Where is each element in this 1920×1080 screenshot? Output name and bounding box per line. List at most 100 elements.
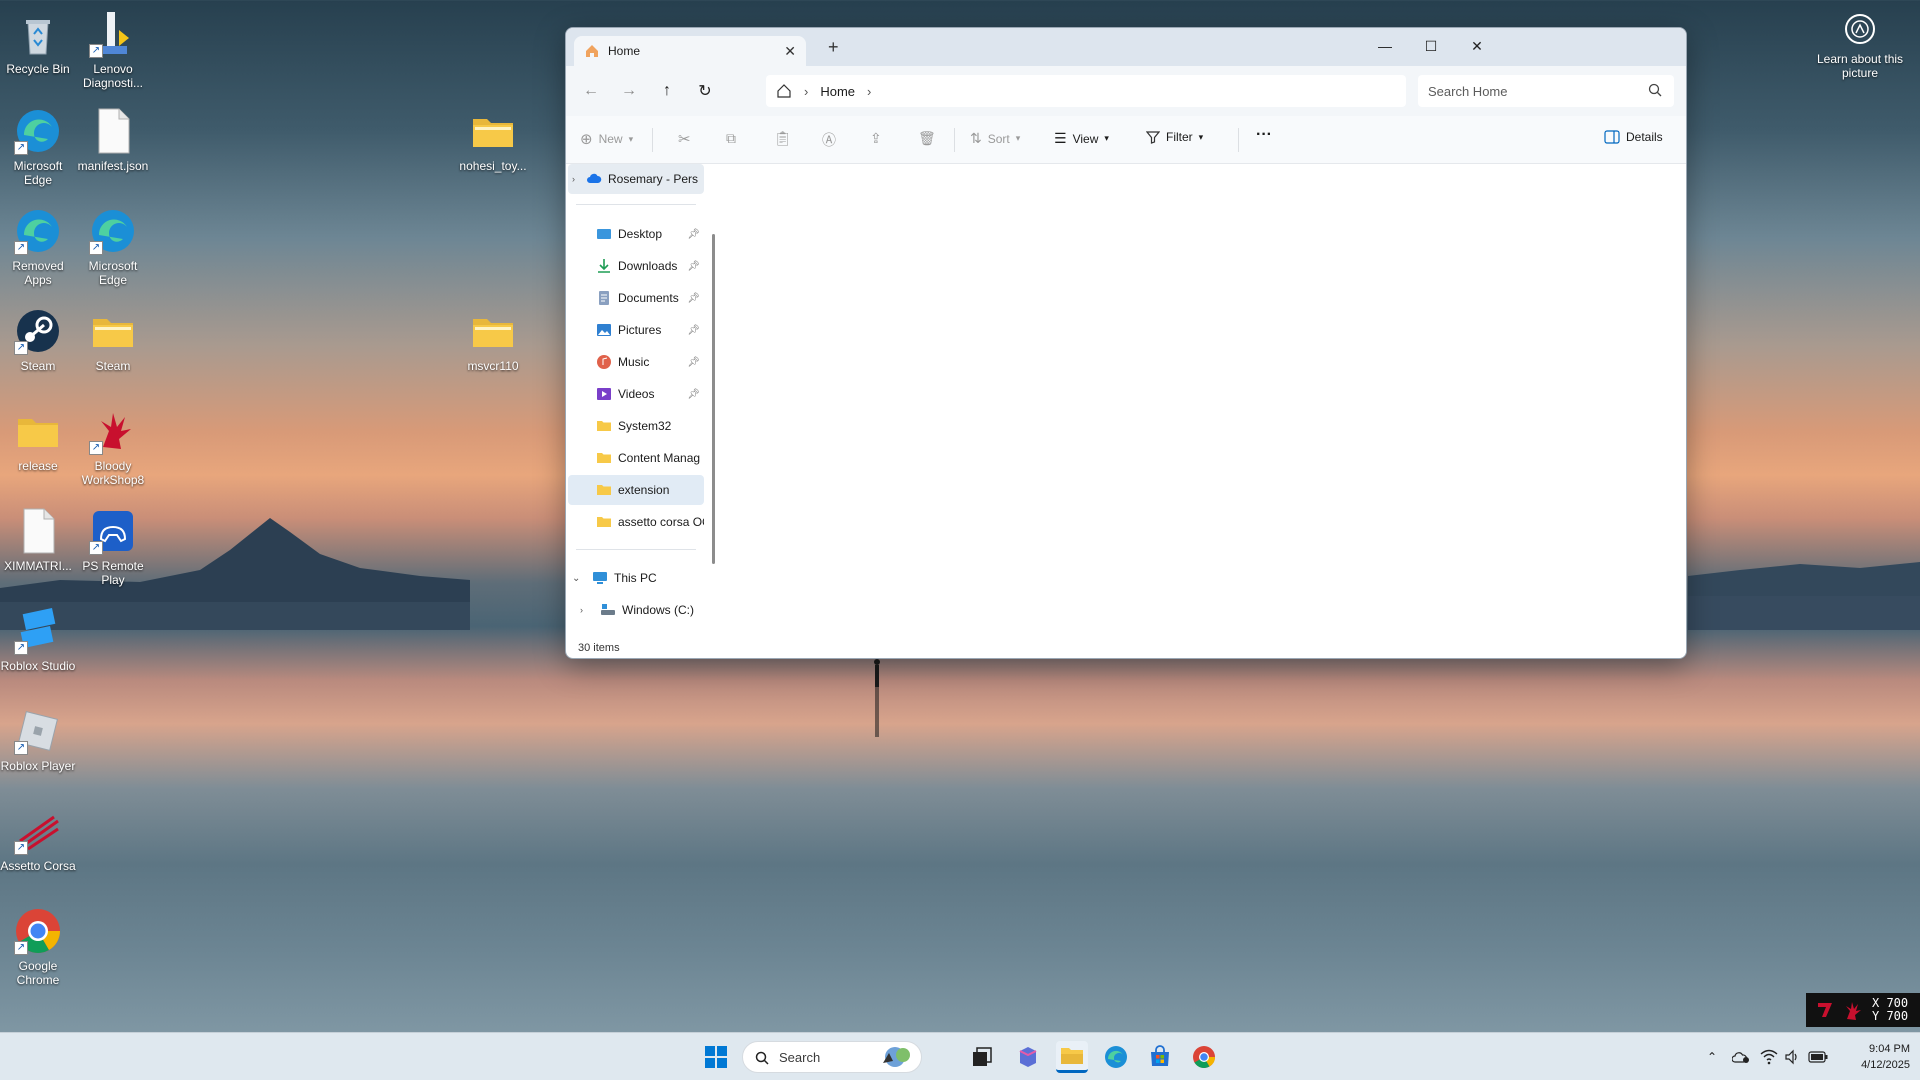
- nav-videos[interactable]: Videos 📌︎: [568, 379, 704, 409]
- clipboard-icon: 📋︎: [774, 130, 792, 146]
- pin-icon[interactable]: 📌︎: [687, 293, 700, 304]
- desktop-icon-assetto-corsa[interactable]: ↗ Assetto Corsa: [0, 807, 76, 873]
- pin-icon[interactable]: 📌︎: [687, 261, 700, 272]
- desktop-icon-removed-apps[interactable]: ↗ Removed Apps: [0, 207, 76, 287]
- desktop-icon-msvcr110-folder[interactable]: msvcr110: [455, 307, 531, 373]
- filter-icon: [1146, 131, 1160, 144]
- nav-documents[interactable]: Documents 📌︎: [568, 283, 704, 313]
- desktop-icon-steam-folder[interactable]: Steam: [75, 307, 151, 373]
- battery-icon[interactable]: [1808, 1050, 1828, 1064]
- file-list-pane[interactable]: [721, 164, 1686, 658]
- task-view-button[interactable]: [966, 1041, 998, 1073]
- nav-system32[interactable]: System32: [568, 411, 704, 441]
- breadcrumb[interactable]: › Home ›: [766, 75, 1406, 107]
- taskbar-search[interactable]: Search: [742, 1041, 922, 1073]
- pin-icon[interactable]: 📌︎: [687, 325, 700, 336]
- person-silhouette: [874, 659, 880, 737]
- desktop-icon-lenovo-diagnostics[interactable]: ↗ Lenovo Diagnosti...: [75, 10, 151, 90]
- maximize-button[interactable]: ☐: [1408, 28, 1454, 64]
- desktop-icon-steam-shortcut[interactable]: ↗ Steam: [0, 307, 76, 373]
- edge-taskbar-button[interactable]: [1100, 1041, 1132, 1073]
- cut-button[interactable]: ✂: [678, 130, 691, 148]
- microsoft-365-button[interactable]: [1012, 1041, 1044, 1073]
- chevron-right-icon[interactable]: ›: [572, 174, 586, 184]
- nav-content-manager[interactable]: Content Manag: [568, 443, 704, 473]
- chrome-taskbar-button[interactable]: [1188, 1041, 1220, 1073]
- nav-pictures[interactable]: Pictures 📌︎: [568, 315, 704, 345]
- desktop-icon-release-folder[interactable]: release: [0, 407, 76, 473]
- file-explorer-taskbar-button[interactable]: [1056, 1041, 1088, 1073]
- minimize-button[interactable]: —: [1362, 28, 1408, 64]
- desktop-icon-ps-remote-play[interactable]: ↗ PS Remote Play: [75, 507, 151, 587]
- desktop-icon-manifest-json[interactable]: manifest.json: [75, 107, 151, 173]
- copy-button[interactable]: ⧉: [726, 130, 736, 147]
- chevron-down-icon[interactable]: ⌄: [572, 573, 586, 584]
- nav-desktop[interactable]: Desktop 📌︎: [568, 219, 704, 249]
- nav-extension[interactable]: extension: [568, 475, 704, 505]
- search-input[interactable]: Search Home: [1418, 75, 1674, 107]
- close-tab-icon[interactable]: ✕: [784, 43, 796, 60]
- view-button[interactable]: ☰ View ▾: [1054, 130, 1109, 147]
- microsoft-store-button[interactable]: [1144, 1041, 1176, 1073]
- details-pane-button[interactable]: Details: [1604, 130, 1663, 144]
- more-options-button[interactable]: ···: [1256, 126, 1272, 144]
- folder-icon: [93, 319, 133, 347]
- tab-home[interactable]: Home ✕: [574, 36, 806, 66]
- refresh-icon[interactable]: ↻: [694, 80, 716, 102]
- desktop-icon-ximmatri[interactable]: XIMMATRI...: [0, 507, 76, 573]
- desktop-icon-roblox-studio[interactable]: ↗ Roblox Studio: [0, 607, 76, 673]
- search-highlight-icon: [883, 1047, 910, 1067]
- folder-icon: [473, 319, 513, 347]
- videos-icon: [597, 388, 611, 400]
- onedrive-icon[interactable]: [1732, 1049, 1750, 1065]
- share-button[interactable]: ⇪: [870, 130, 882, 147]
- new-button[interactable]: ⊕ New ▾: [580, 130, 633, 148]
- nav-item-label: Desktop: [618, 227, 663, 241]
- desktop-folder-icon: [597, 229, 611, 239]
- chevron-right-icon[interactable]: ›: [867, 84, 871, 99]
- up-arrow-icon[interactable]: ↑: [656, 80, 678, 102]
- pin-icon[interactable]: 📌︎: [687, 229, 700, 240]
- drive-icon: [601, 604, 615, 615]
- nav-this-pc[interactable]: ⌄ This PC: [568, 563, 704, 593]
- clock-time: 9:04 PM: [1869, 1043, 1910, 1055]
- learn-about-picture[interactable]: Learn about this picture: [1810, 14, 1910, 80]
- filter-button[interactable]: Filter ▾: [1146, 130, 1203, 144]
- desktop-icon-label: manifest.json: [77, 159, 149, 173]
- desktop-icon-label: Steam: [20, 359, 56, 373]
- nav-scrollbar[interactable]: [712, 234, 715, 564]
- new-tab-button[interactable]: +: [828, 37, 839, 58]
- desktop-icon-bloody-workshop[interactable]: ↗ Bloody WorkShop8: [75, 407, 151, 487]
- nav-assetto-corsa[interactable]: assetto corsa OC: [568, 507, 704, 537]
- nav-downloads[interactable]: Downloads 📌︎: [568, 251, 704, 281]
- desktop-icon-edge-2[interactable]: ↗ Microsoft Edge: [75, 207, 151, 287]
- back-arrow-icon[interactable]: ←: [580, 80, 602, 102]
- pin-icon[interactable]: 📌︎: [687, 389, 700, 400]
- pin-icon[interactable]: 📌︎: [687, 357, 700, 368]
- close-window-button[interactable]: ✕: [1454, 28, 1500, 64]
- cloud-icon: [587, 173, 602, 183]
- nav-onedrive[interactable]: › Rosemary - Pers: [568, 164, 704, 194]
- desktop-icon-nohesi-folder[interactable]: nohesi_toy...: [455, 107, 531, 173]
- start-button[interactable]: [700, 1041, 732, 1073]
- speaker-icon[interactable]: [1784, 1049, 1800, 1065]
- desktop-icon-recycle-bin[interactable]: Recycle Bin: [0, 10, 76, 76]
- paste-button[interactable]: 📋︎: [774, 130, 792, 147]
- chevron-up-icon[interactable]: ⌃: [1700, 1050, 1724, 1064]
- rename-button[interactable]: Ⓐ: [822, 130, 836, 150]
- sort-button[interactable]: ⇅ Sort ▾: [970, 130, 1020, 147]
- nav-music[interactable]: Music 📌︎: [568, 347, 704, 377]
- delete-button[interactable]: 🗑︎: [918, 130, 936, 147]
- desktop-icon-roblox-player[interactable]: ↗ Roblox Player: [0, 707, 76, 773]
- forward-arrow-icon[interactable]: →: [618, 80, 640, 102]
- chevron-right-icon[interactable]: ›: [580, 605, 594, 615]
- desktop-icon-label: release: [18, 459, 58, 473]
- nav-windows-c[interactable]: › Windows (C:): [568, 595, 704, 625]
- folder-icon: [597, 517, 611, 527]
- desktop-icon-google-chrome[interactable]: ↗ Google Chrome: [0, 907, 76, 987]
- bloody-logo-icon: [1818, 1003, 1832, 1017]
- clock[interactable]: 9:04 PM 4/12/2025: [1830, 1041, 1910, 1073]
- breadcrumb-home[interactable]: Home: [820, 84, 855, 99]
- desktop-icon-edge-1[interactable]: ↗ Microsoft Edge: [0, 107, 76, 187]
- wifi-icon[interactable]: [1760, 1049, 1778, 1065]
